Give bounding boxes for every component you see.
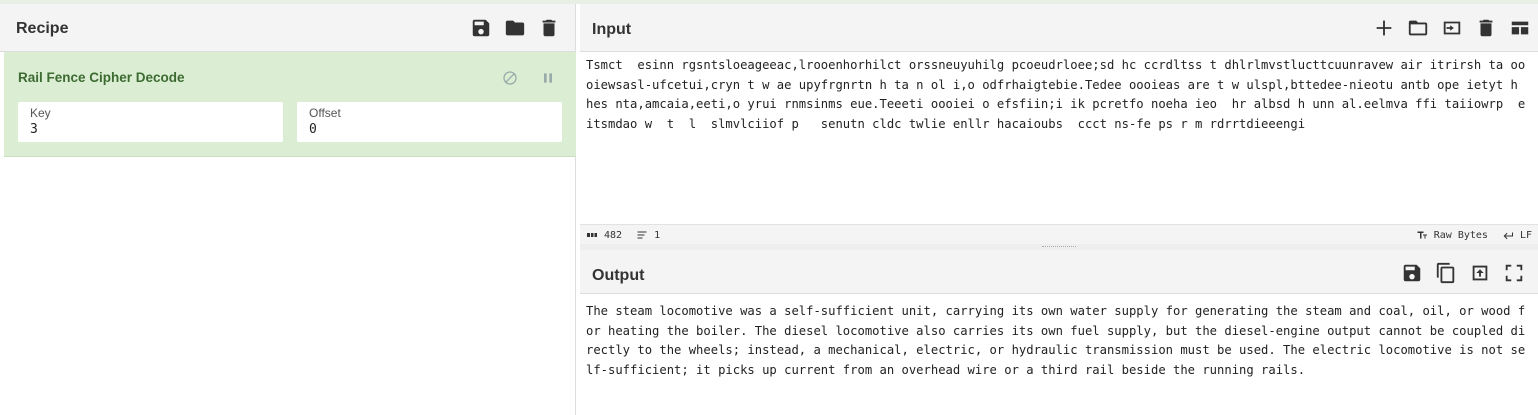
key-label: Key	[30, 106, 51, 120]
recipe-panel: Recipe Rail Fence Cipher Decode Key 3 Of…	[0, 4, 576, 415]
operation-name: Rail Fence Cipher Decode	[18, 70, 185, 85]
input-title: Input	[592, 21, 632, 38]
clear-input-trash-icon[interactable]	[1474, 16, 1498, 40]
output-panel: Output The steam locomotive was a self-s…	[580, 250, 1538, 415]
clear-recipe-trash-icon[interactable]	[537, 16, 561, 40]
input-textarea[interactable]: Tsmct esinn rgsntsloeageeac,lrooenhorhil…	[586, 56, 1532, 134]
output-title: Output	[592, 267, 645, 284]
save-output-icon[interactable]	[1400, 261, 1424, 285]
return-arrow-icon	[1503, 232, 1513, 240]
operation-rail-fence-decode[interactable]: Rail Fence Cipher Decode Key Offset	[4, 52, 576, 157]
output-textarea[interactable]: The steam locomotive was a self-sufficie…	[586, 302, 1532, 380]
offset-field[interactable]: Offset	[297, 102, 562, 142]
copy-output-icon[interactable]	[1434, 261, 1458, 285]
pause-operation-icon[interactable]	[536, 66, 560, 90]
add-input-tab-plus-icon[interactable]	[1372, 16, 1396, 40]
input-header: Input	[580, 4, 1538, 52]
maximise-output-icon[interactable]	[1502, 261, 1526, 285]
open-folder-icon[interactable]	[1406, 16, 1430, 40]
recipe-title: Recipe	[16, 20, 69, 37]
load-recipe-folder-icon[interactable]	[503, 16, 527, 40]
input-panel: Input Tsmct esinn rgsntsloeageeac,lrooen…	[580, 4, 1538, 244]
reset-layout-icon[interactable]	[1508, 16, 1532, 40]
lines-icon	[637, 231, 647, 239]
output-header: Output	[580, 250, 1538, 294]
input-lines: 1	[636, 229, 660, 241]
save-recipe-icon[interactable]	[469, 16, 493, 40]
input-encoding[interactable]: Raw Bytes	[1416, 229, 1488, 241]
offset-input[interactable]	[309, 122, 549, 137]
key-field[interactable]: Key	[18, 102, 283, 142]
disable-operation-icon[interactable]	[498, 66, 522, 90]
input-length: 482	[586, 229, 622, 241]
open-file-input-icon[interactable]	[1440, 16, 1464, 40]
offset-label: Offset	[309, 106, 341, 120]
replace-input-with-output-icon[interactable]	[1468, 261, 1492, 285]
input-eol[interactable]: LF	[1502, 229, 1532, 241]
input-status-bar: 482 1 Raw Bytes LF	[580, 224, 1538, 244]
recipe-header: Recipe	[0, 4, 575, 52]
text-format-icon	[1417, 231, 1427, 239]
abc-icon	[587, 233, 597, 237]
key-input[interactable]	[30, 122, 270, 137]
